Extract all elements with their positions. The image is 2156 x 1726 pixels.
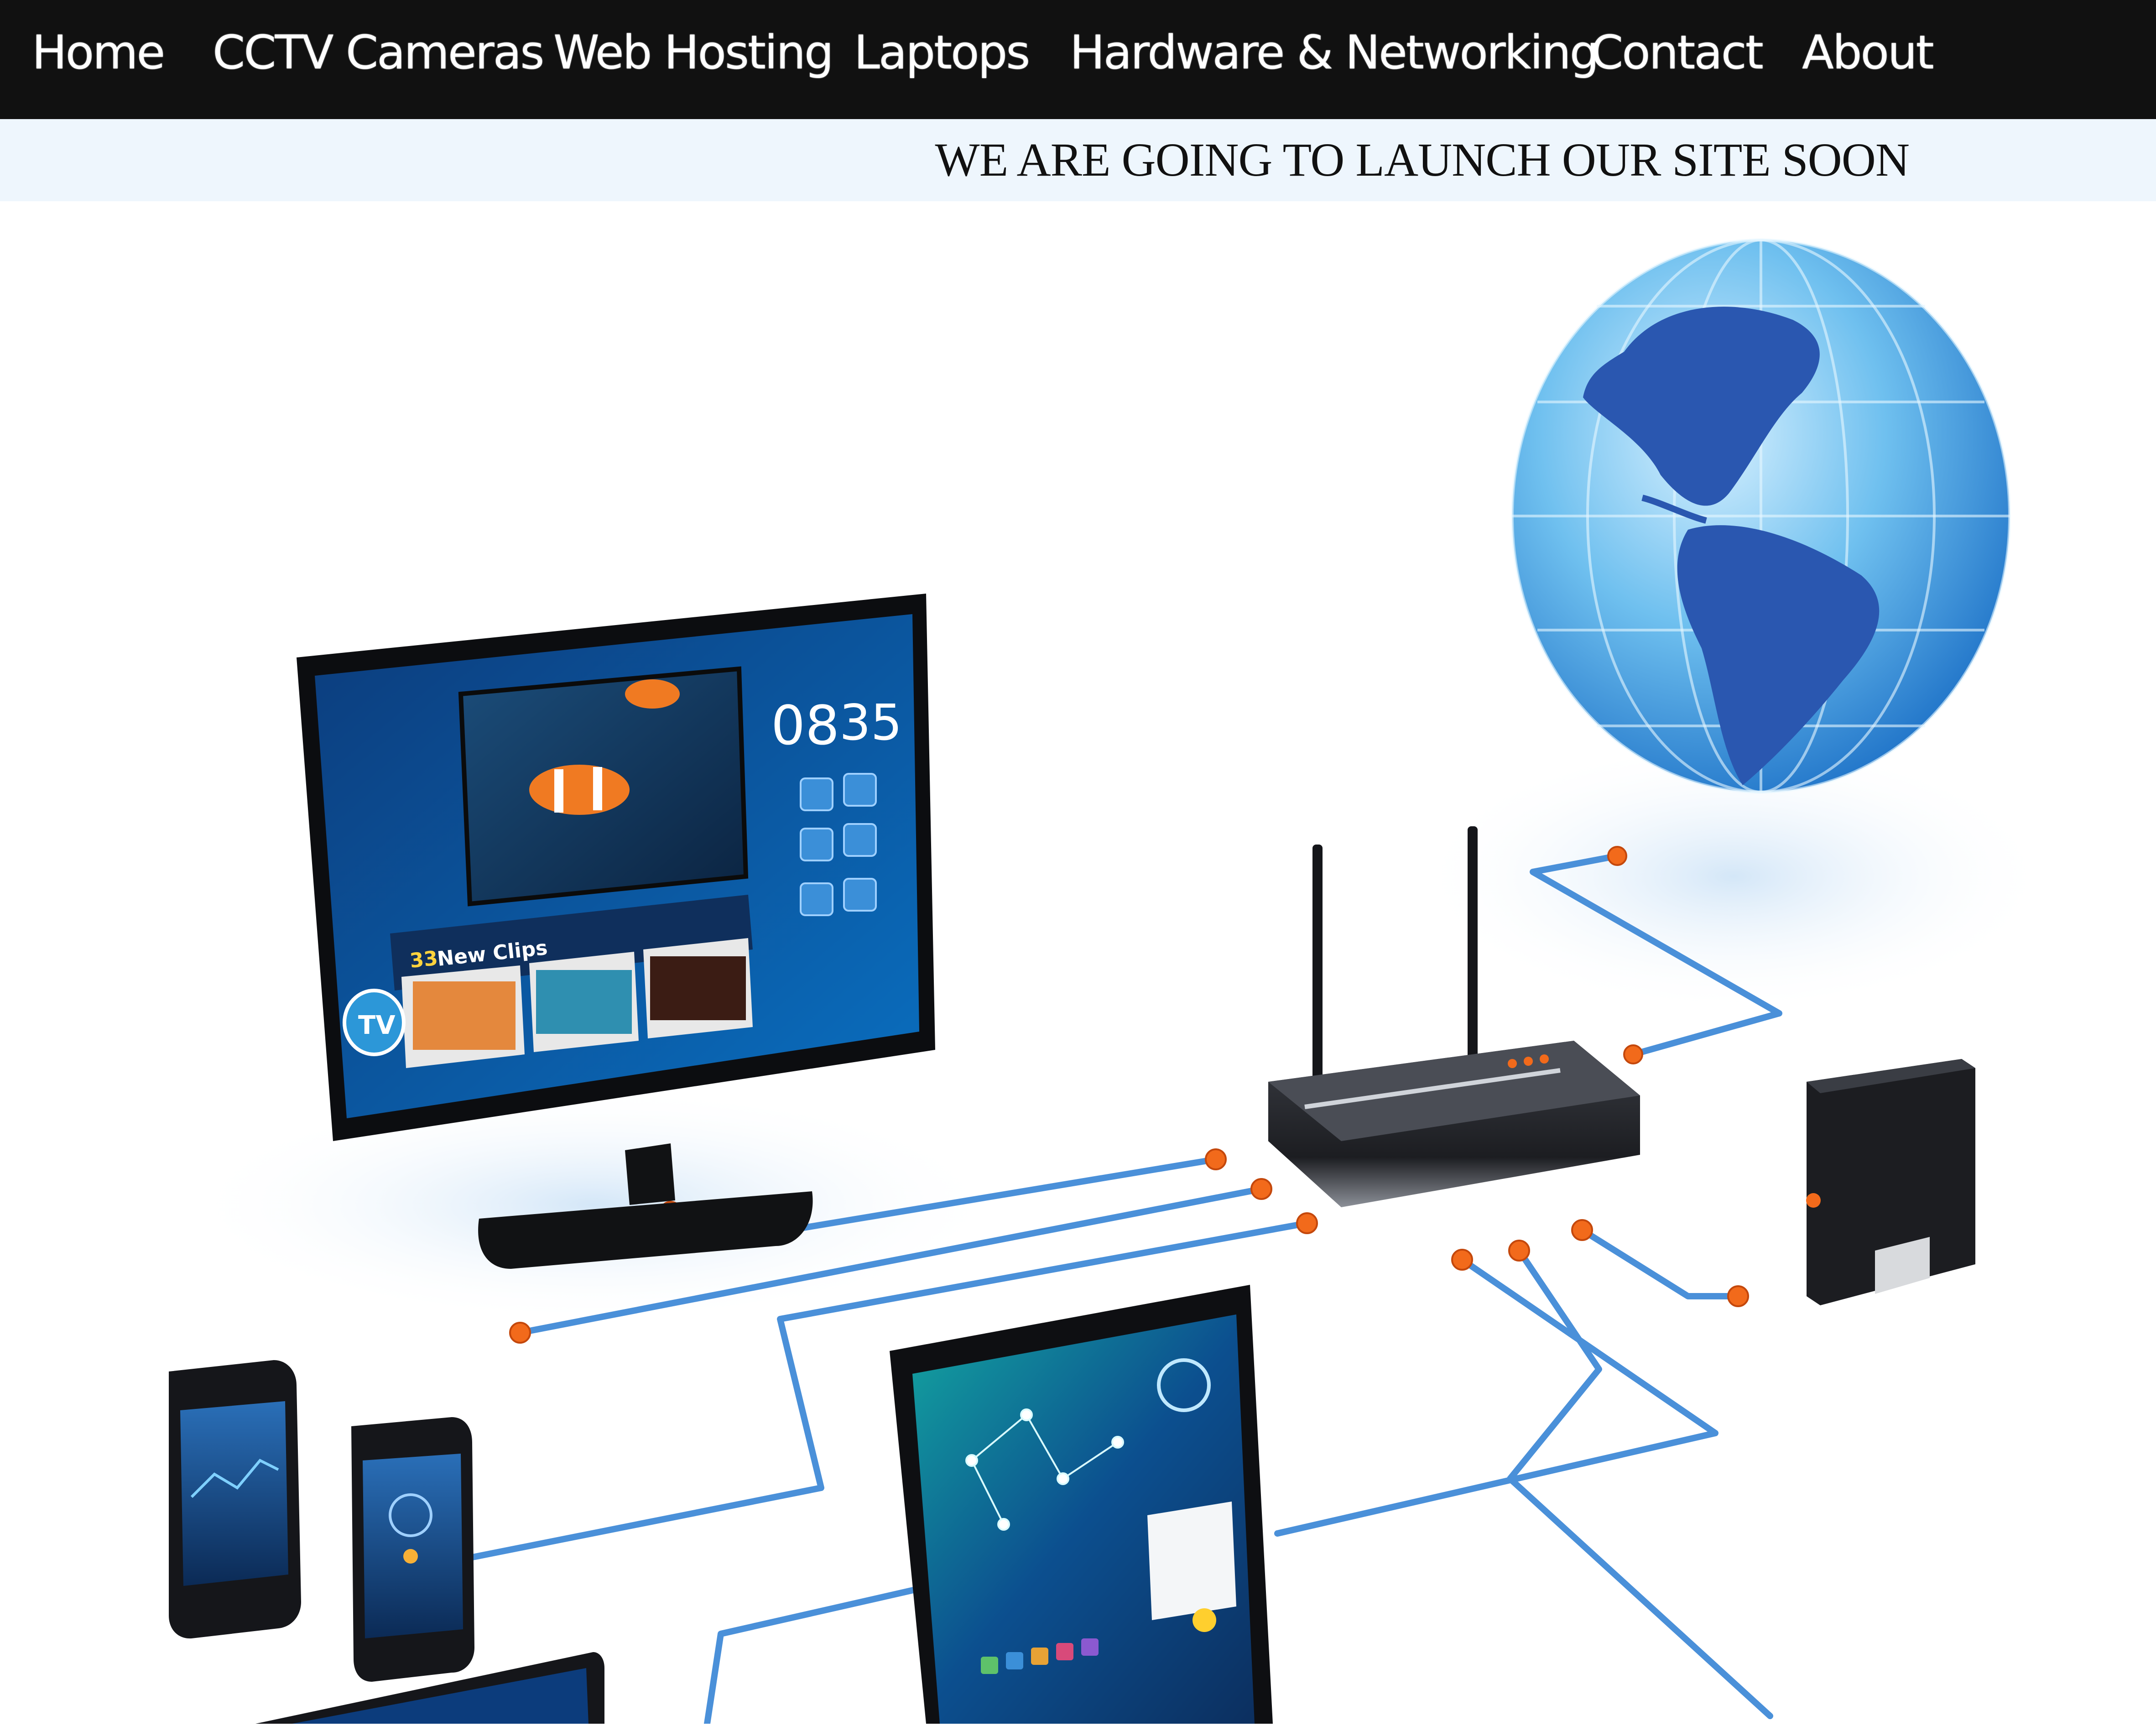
top-navigation-bar: Home CCTV Cameras Web Hosting Laptops Ha…	[0, 0, 2156, 119]
connector	[1296, 1212, 1318, 1234]
hero-image: 08 35 33 New Clips TV	[0, 201, 2156, 1726]
cable-router-nas	[1579, 1227, 1741, 1299]
connector	[1727, 1285, 1749, 1307]
connector	[1623, 1044, 1643, 1064]
connector	[1607, 846, 1627, 866]
globe-icon	[1511, 239, 2011, 793]
smartphone-icon-2	[169, 1360, 301, 1639]
tv-clock-hours: 08	[771, 694, 839, 757]
tv-clock-minutes: 35	[839, 694, 902, 751]
nav-item-contact[interactable]: Contact	[1591, 0, 1764, 105]
nav-item-about[interactable]: About	[1802, 0, 1934, 105]
fish-icon	[529, 765, 630, 815]
cable-router-laptop	[1274, 1257, 1719, 1537]
nav-item-laptops[interactable]: Laptops	[854, 0, 1030, 105]
storage-device-icon	[1806, 1059, 1975, 1305]
nav-item-hardware-networking[interactable]: Hardware & Networking	[1070, 0, 1599, 105]
announcement-banner: WE ARE GOING TO LAUNCH OUR SITE SOON	[0, 119, 2156, 201]
network-illustration: 08 35 33 New Clips TV	[169, 239, 2053, 1726]
nav-item-cctv-cameras[interactable]: CCTV Cameras	[213, 0, 544, 105]
nav-item-web-hosting[interactable]: Web Hosting	[553, 0, 834, 105]
connector	[509, 1322, 531, 1344]
banner-text: WE ARE GOING TO LAUNCH OUR SITE SOON	[935, 134, 1910, 186]
connector	[1205, 1148, 1227, 1170]
tv-reflection	[182, 1086, 1004, 1324]
smartphone-icon	[351, 1417, 474, 1682]
tv-clips-count: 33	[409, 947, 439, 973]
tv-badge-label: TV	[358, 1011, 396, 1040]
connector	[1571, 1219, 1593, 1241]
connector	[1508, 1240, 1530, 1262]
connector	[1451, 1249, 1473, 1271]
cable-laptop-bottom	[704, 1585, 925, 1726]
nav-item-home[interactable]: Home	[32, 0, 165, 105]
laptop-icon	[890, 1285, 1273, 1724]
connector	[1250, 1178, 1272, 1200]
